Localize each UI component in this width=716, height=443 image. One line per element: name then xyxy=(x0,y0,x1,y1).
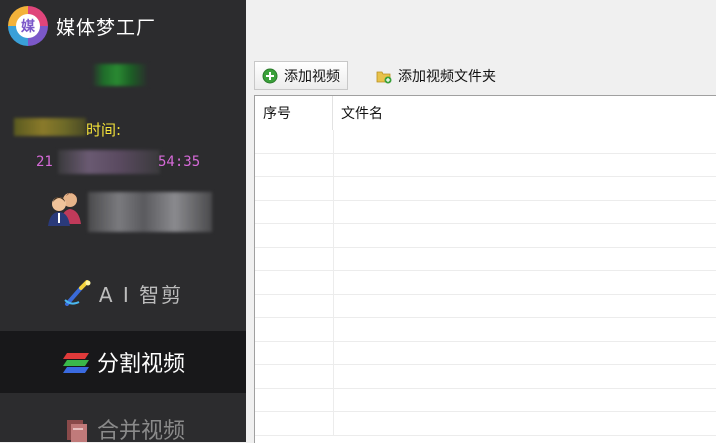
nav-split-video[interactable]: 分割视频 xyxy=(0,331,246,393)
empty-row xyxy=(255,365,716,389)
empty-row xyxy=(255,318,716,342)
empty-row xyxy=(255,224,716,248)
empty-row xyxy=(255,130,716,154)
main-panel: 添加视频 添加视频文件夹 序号 文件名 xyxy=(246,0,716,443)
app-title: 媒体梦工厂 xyxy=(56,16,157,39)
toolbar: 添加视频 添加视频文件夹 xyxy=(254,61,504,90)
nav-ai-smart-cut[interactable]: A I 智剪 xyxy=(0,262,246,324)
nav-merge-video[interactable]: 合并视频 xyxy=(0,398,246,442)
empty-row xyxy=(255,294,716,318)
add-folder-label: 添加视频文件夹 xyxy=(398,68,496,85)
nav-ai-label: A I 智剪 xyxy=(98,282,184,307)
expire-time-start: 21 xyxy=(36,154,53,170)
plus-circle-icon xyxy=(262,68,278,84)
add-video-label: 添加视频 xyxy=(284,68,340,85)
folder-add-icon xyxy=(376,68,392,84)
user-name-redacted xyxy=(88,192,212,232)
sidebar: 媒 媒体梦工厂 时间: 21 54:35 A I 智剪 分割视频 合并视频 xyxy=(0,0,246,442)
add-video-button[interactable]: 添加视频 xyxy=(254,61,348,90)
app-logo-icon: 媒 xyxy=(8,6,48,46)
nav-merge-label: 合并视频 xyxy=(96,419,185,442)
empty-row xyxy=(255,200,716,224)
expire-label: 时间: xyxy=(86,121,122,139)
empty-row xyxy=(255,341,716,365)
merge-pages-icon xyxy=(61,416,91,442)
split-stripes-icon xyxy=(61,349,91,375)
ai-wand-icon xyxy=(63,280,93,306)
expire-time-redacted xyxy=(58,150,160,174)
nav-split-label: 分割视频 xyxy=(96,352,185,377)
users-icon xyxy=(46,190,84,228)
logo-letter: 媒 xyxy=(16,14,40,38)
app-header: 媒 媒体梦工厂 xyxy=(8,6,156,46)
add-video-folder-button[interactable]: 添加视频文件夹 xyxy=(368,61,504,90)
column-header-index[interactable]: 序号 xyxy=(255,96,333,130)
user-center[interactable] xyxy=(46,190,84,228)
empty-row xyxy=(255,247,716,271)
empty-row xyxy=(255,271,716,295)
list-header: 序号 文件名 xyxy=(255,96,716,130)
column-header-filename[interactable]: 文件名 xyxy=(333,96,716,130)
expire-prefix-redacted xyxy=(14,118,86,136)
empty-row xyxy=(255,177,716,201)
account-status-redacted xyxy=(92,64,148,86)
video-list[interactable]: 序号 文件名 xyxy=(254,95,716,443)
empty-row xyxy=(255,412,716,436)
expire-time-end: 54:35 xyxy=(158,154,201,170)
list-rows xyxy=(255,130,716,436)
empty-row xyxy=(255,388,716,412)
empty-row xyxy=(255,153,716,177)
